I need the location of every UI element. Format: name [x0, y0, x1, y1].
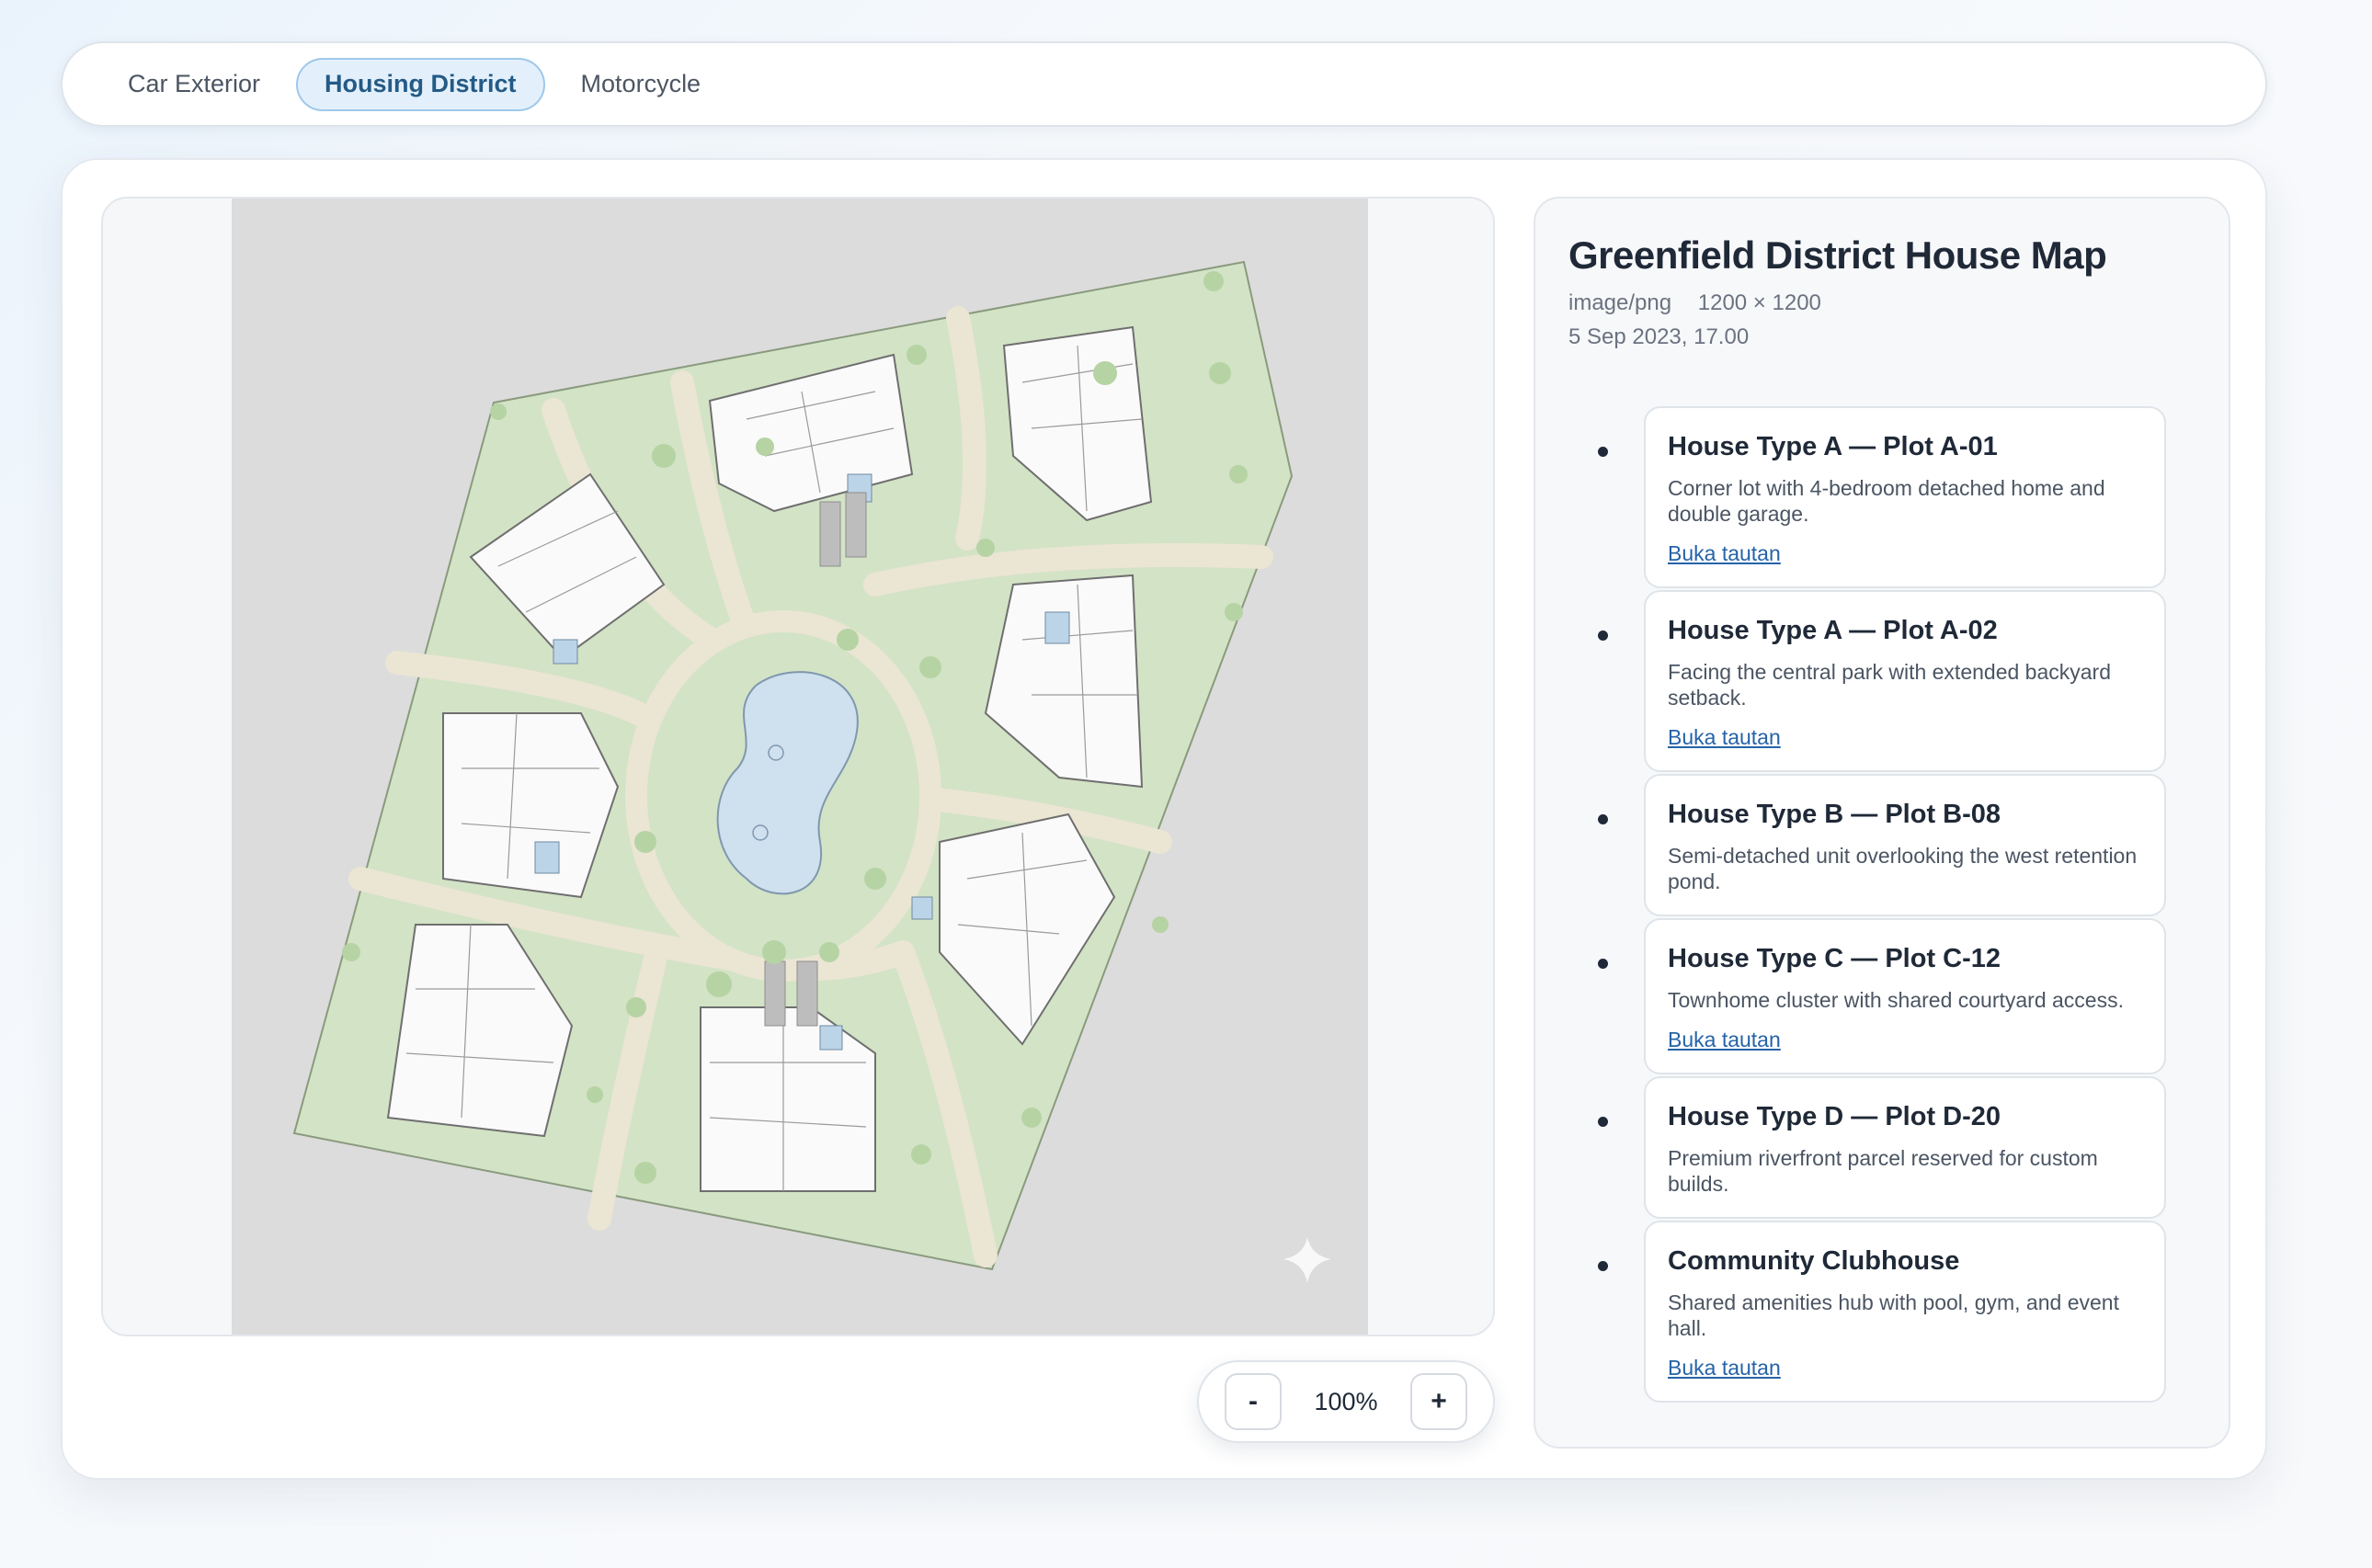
list-item-title: House Type A — Plot A-02 — [1668, 616, 1998, 645]
open-link[interactable]: Buka tautan — [1668, 725, 1781, 750]
zoom-out-button[interactable]: - — [1225, 1373, 1282, 1430]
list-item-title: House Type D — Plot D-20 — [1668, 1102, 2001, 1131]
list-item-description: Facing the central park with extended ba… — [1668, 660, 2111, 710]
image-title: Greenfield District House Map — [1568, 233, 2107, 277]
image-dimensions: 1200 × 1200 — [1697, 290, 1821, 315]
list-item[interactable]: House Type B — Plot B-08 Semi-detached un… — [1598, 774, 2166, 916]
tab-car-exterior[interactable]: Car Exterior — [99, 58, 289, 111]
house-map-image[interactable] — [232, 199, 1368, 1335]
image-date: 5 Sep 2023, 17.00 — [1568, 324, 1750, 349]
open-link[interactable]: Buka tautan — [1668, 1356, 1781, 1381]
list-item-title: House Type C — Plot C-12 — [1668, 944, 2001, 973]
open-link[interactable]: Buka tautan — [1668, 541, 1781, 566]
list-item[interactable]: House Type A — Plot A-01 Corner lot with … — [1598, 406, 2166, 588]
list-item-description: Corner lot with 4-bedroom detached home … — [1668, 476, 2105, 526]
tab-housing-district[interactable]: Housing District — [296, 57, 545, 111]
zoom-level: 100% — [1314, 1387, 1378, 1415]
zoom-in-button[interactable]: + — [1410, 1373, 1467, 1430]
list-item-description: Semi-detached unit overlooking the west … — [1668, 844, 2138, 893]
list-item-description: Townhome cluster with shared courtyard a… — [1668, 988, 2124, 1012]
tab-bar: Car Exterior Housing District Motorcycle — [61, 41, 2267, 127]
list-item[interactable]: House Type A — Plot A-02 Facing the centr… — [1598, 590, 2166, 772]
image-viewer — [101, 197, 1495, 1336]
info-panel: Greenfield District House Map image/png … — [1534, 197, 2230, 1449]
hotspot-list[interactable]: House Type A — Plot A-01 Corner lot with … — [1568, 379, 2194, 1410]
image-meta: image/png 1200 × 1200 — [1568, 290, 1842, 316]
list-item[interactable]: Community Clubhouse Shared amenities hub … — [1598, 1221, 2166, 1403]
mime-type: image/png — [1568, 290, 1672, 315]
list-item[interactable]: House Type C — Plot C-12 Townhome cluster… — [1598, 918, 2166, 1074]
list-item-description: Shared amenities hub with pool, gym, and… — [1668, 1290, 2119, 1340]
tab-motorcycle[interactable]: Motorcycle — [553, 58, 730, 111]
open-link[interactable]: Buka tautan — [1668, 1028, 1781, 1052]
list-item[interactable]: House Type D — Plot D-20 Premium riverfro… — [1598, 1076, 2166, 1219]
viewer-card: - 100% + Greenfield District House Map i… — [61, 158, 2267, 1480]
list-item-title: House Type A — Plot A-01 — [1668, 432, 1998, 461]
list-item-title: Community Clubhouse — [1668, 1246, 1960, 1276]
zoom-control: - 100% + — [1197, 1360, 1495, 1443]
list-item-title: House Type B — Plot B-08 — [1668, 800, 2001, 829]
list-item-description: Premium riverfront parcel reserved for c… — [1668, 1146, 2098, 1196]
